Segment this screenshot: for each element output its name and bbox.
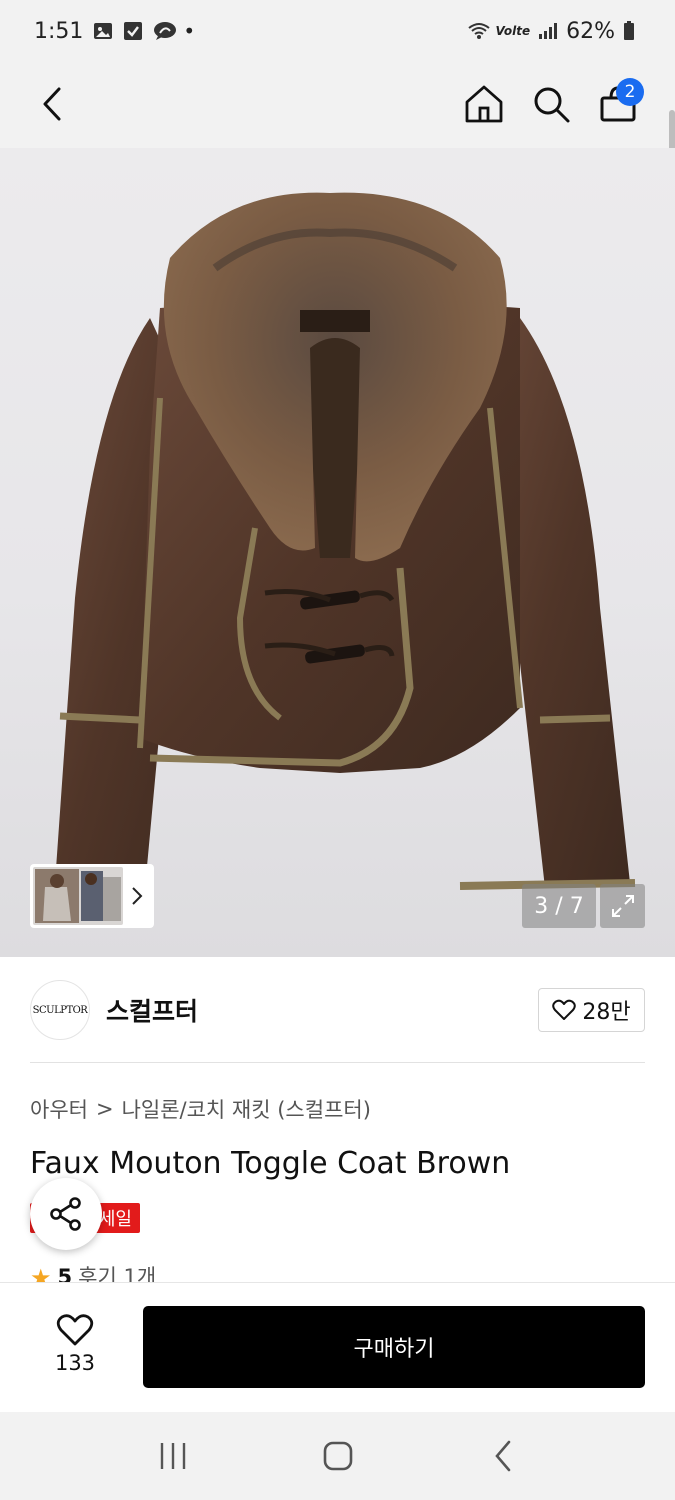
more-notifications-dot-icon: • [183,19,196,43]
home-system-button[interactable] [308,1426,368,1486]
fullscreen-button[interactable] [600,884,645,928]
chat-notification-icon [153,21,177,41]
status-left: 1:51 • [34,19,195,44]
review-count-link[interactable]: 후기 1개 [78,1264,156,1284]
image-page-counter: 3 / 7 [522,884,596,928]
rating-value: 5 [57,1265,73,1284]
status-bar: 1:51 • Volte 62% [0,0,675,62]
chevron-left-icon [43,87,61,121]
brand-like-count: 28만 [582,1000,631,1025]
brand-logo-text: SCULPTOR [32,1004,88,1016]
brand-name[interactable]: 스컬프터 [106,992,198,1028]
wishlist-button[interactable]: 133 [30,1309,120,1379]
product-image-gallery[interactable]: 3 / 7 [0,148,675,957]
signal-icon [538,21,558,41]
buy-button[interactable]: 구매하기 [143,1306,645,1388]
breadcrumb-category[interactable]: 아우터 [30,1094,88,1124]
status-time: 1:51 [34,18,84,44]
share-icon [50,1197,81,1231]
product-photo-jacket [49,192,636,892]
battery-icon [623,21,643,41]
rating-row[interactable]: ★ 5 후기 1개 [30,1264,156,1284]
home-icon [465,85,503,123]
chevron-left-icon [494,1440,510,1472]
chevron-right-icon [132,887,143,905]
gallery-notification-icon [93,21,113,41]
search-icon [534,87,570,123]
wishlist-count: 133 [54,1351,96,1375]
home-square-icon [323,1441,352,1471]
product-title: Faux Mouton Toggle Coat Brown [30,1146,511,1181]
divider [30,1062,645,1063]
wifi-icon [467,21,491,41]
brand-row[interactable]: SCULPTOR 스컬프터 28만 [30,979,645,1041]
brand-logo[interactable]: SCULPTOR [30,980,90,1040]
heart-outline-icon [56,1314,94,1346]
thumbnail-next-button[interactable] [123,867,151,925]
top-navigation: 2 [0,62,675,182]
recent-apps-button[interactable] [143,1426,203,1486]
expand-icon [611,895,634,917]
volte-label: Volte [495,24,531,38]
home-button[interactable] [456,76,512,132]
battery-percent: 62% [566,18,615,44]
brand-like-button[interactable]: 28만 [538,988,645,1032]
status-right: Volte 62% [467,19,643,44]
share-button[interactable] [30,1178,102,1250]
recent-apps-icon [160,1443,185,1469]
cart-button[interactable]: 2 [590,76,646,132]
heart-outline-icon [552,999,577,1020]
breadcrumb-separator: > [95,1097,114,1121]
back-button[interactable] [24,76,80,132]
breadcrumb: 아우터 > 나일론/코치 재킷 (스컬프터) [30,1094,371,1124]
system-navigation-bar [0,1412,675,1500]
back-system-button[interactable] [473,1426,533,1486]
thumbnail-strip[interactable] [30,864,154,928]
bottom-action-bar: 133 구매하기 [0,1282,675,1412]
search-button[interactable] [523,76,579,132]
cart-count-badge: 2 [616,78,644,106]
check-notification-icon [123,21,143,41]
sale-badge-label: 세일 [98,1209,132,1230]
breadcrumb-subcategory[interactable]: 나일론/코치 재킷 (스컬프터) [122,1094,371,1124]
thumbnail-image[interactable] [33,867,123,925]
